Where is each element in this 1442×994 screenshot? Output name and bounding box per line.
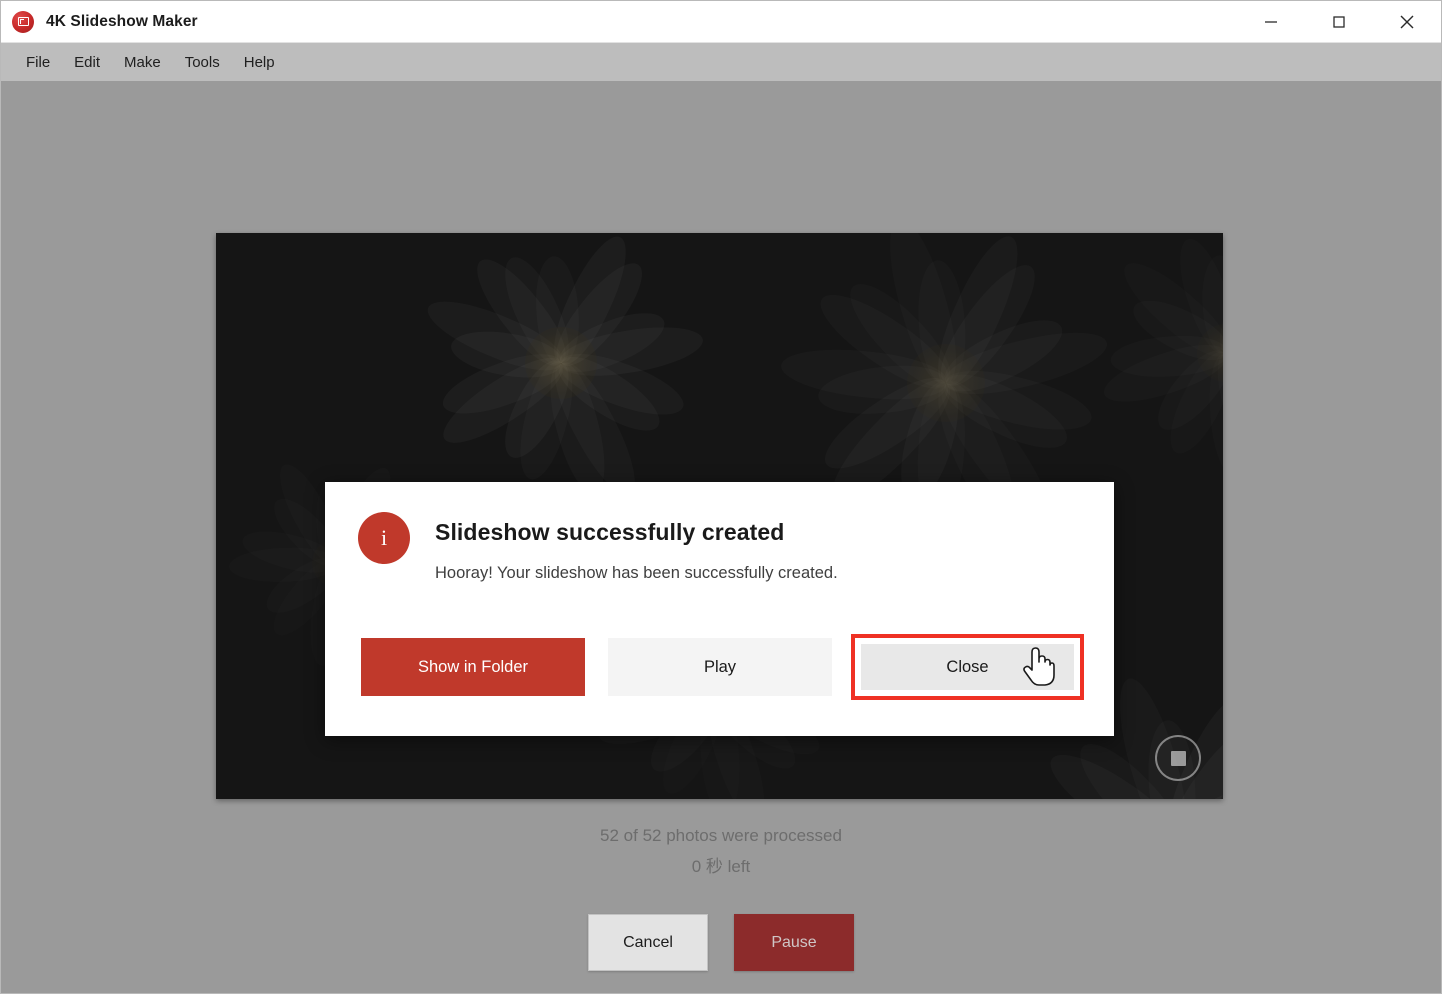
minimize-icon[interactable] <box>1237 1 1305 43</box>
dialog-actions: Show in Folder Play Close <box>361 634 1084 700</box>
status-time-left-text: 0 秒 left <box>691 857 751 876</box>
show-in-folder-button[interactable]: Show in Folder <box>361 638 585 696</box>
bottom-button-bar: Cancel Pause <box>1 914 1441 971</box>
close-button[interactable]: Close <box>861 644 1074 690</box>
pause-button[interactable]: Pause <box>734 914 854 971</box>
window-title: 4K Slideshow Maker <box>46 12 198 30</box>
info-icon: i <box>358 512 410 564</box>
cancel-button[interactable]: Cancel <box>588 914 708 971</box>
dialog-message: Hooray! Your slideshow has been successf… <box>435 564 838 582</box>
title-bar: 4K Slideshow Maker <box>1 1 1441 43</box>
main-content-area: 52 of 52 photos were processed 0 秒 left … <box>1 81 1441 993</box>
status-block: 52 of 52 photos were processed 0 秒 left <box>1 821 1441 883</box>
close-button-highlight: Close <box>851 634 1084 700</box>
success-dialog: i Slideshow successfully created Hooray!… <box>325 482 1114 736</box>
dialog-title: Slideshow successfully created <box>435 519 785 545</box>
maximize-icon[interactable] <box>1305 1 1373 43</box>
menu-bar: File Edit Make Tools Help <box>1 43 1441 81</box>
close-icon[interactable] <box>1373 1 1441 43</box>
menu-item-file[interactable]: File <box>14 50 62 75</box>
window-controls <box>1237 1 1441 43</box>
app-window: 4K Slideshow Maker File Edit Make Tools … <box>0 0 1442 994</box>
menu-item-tools[interactable]: Tools <box>173 50 232 75</box>
dialog-text-block: Slideshow successfully created Hooray! Y… <box>435 510 838 583</box>
app-logo-icon <box>12 10 34 33</box>
play-button[interactable]: Play <box>608 638 832 696</box>
stop-icon[interactable] <box>1155 735 1201 781</box>
dialog-header: i Slideshow successfully created Hooray!… <box>325 482 1114 583</box>
menu-item-edit[interactable]: Edit <box>62 50 112 75</box>
menu-item-make[interactable]: Make <box>112 50 173 75</box>
menu-item-help[interactable]: Help <box>232 50 287 75</box>
status-processed-text: 52 of 52 photos were processed <box>600 826 842 845</box>
